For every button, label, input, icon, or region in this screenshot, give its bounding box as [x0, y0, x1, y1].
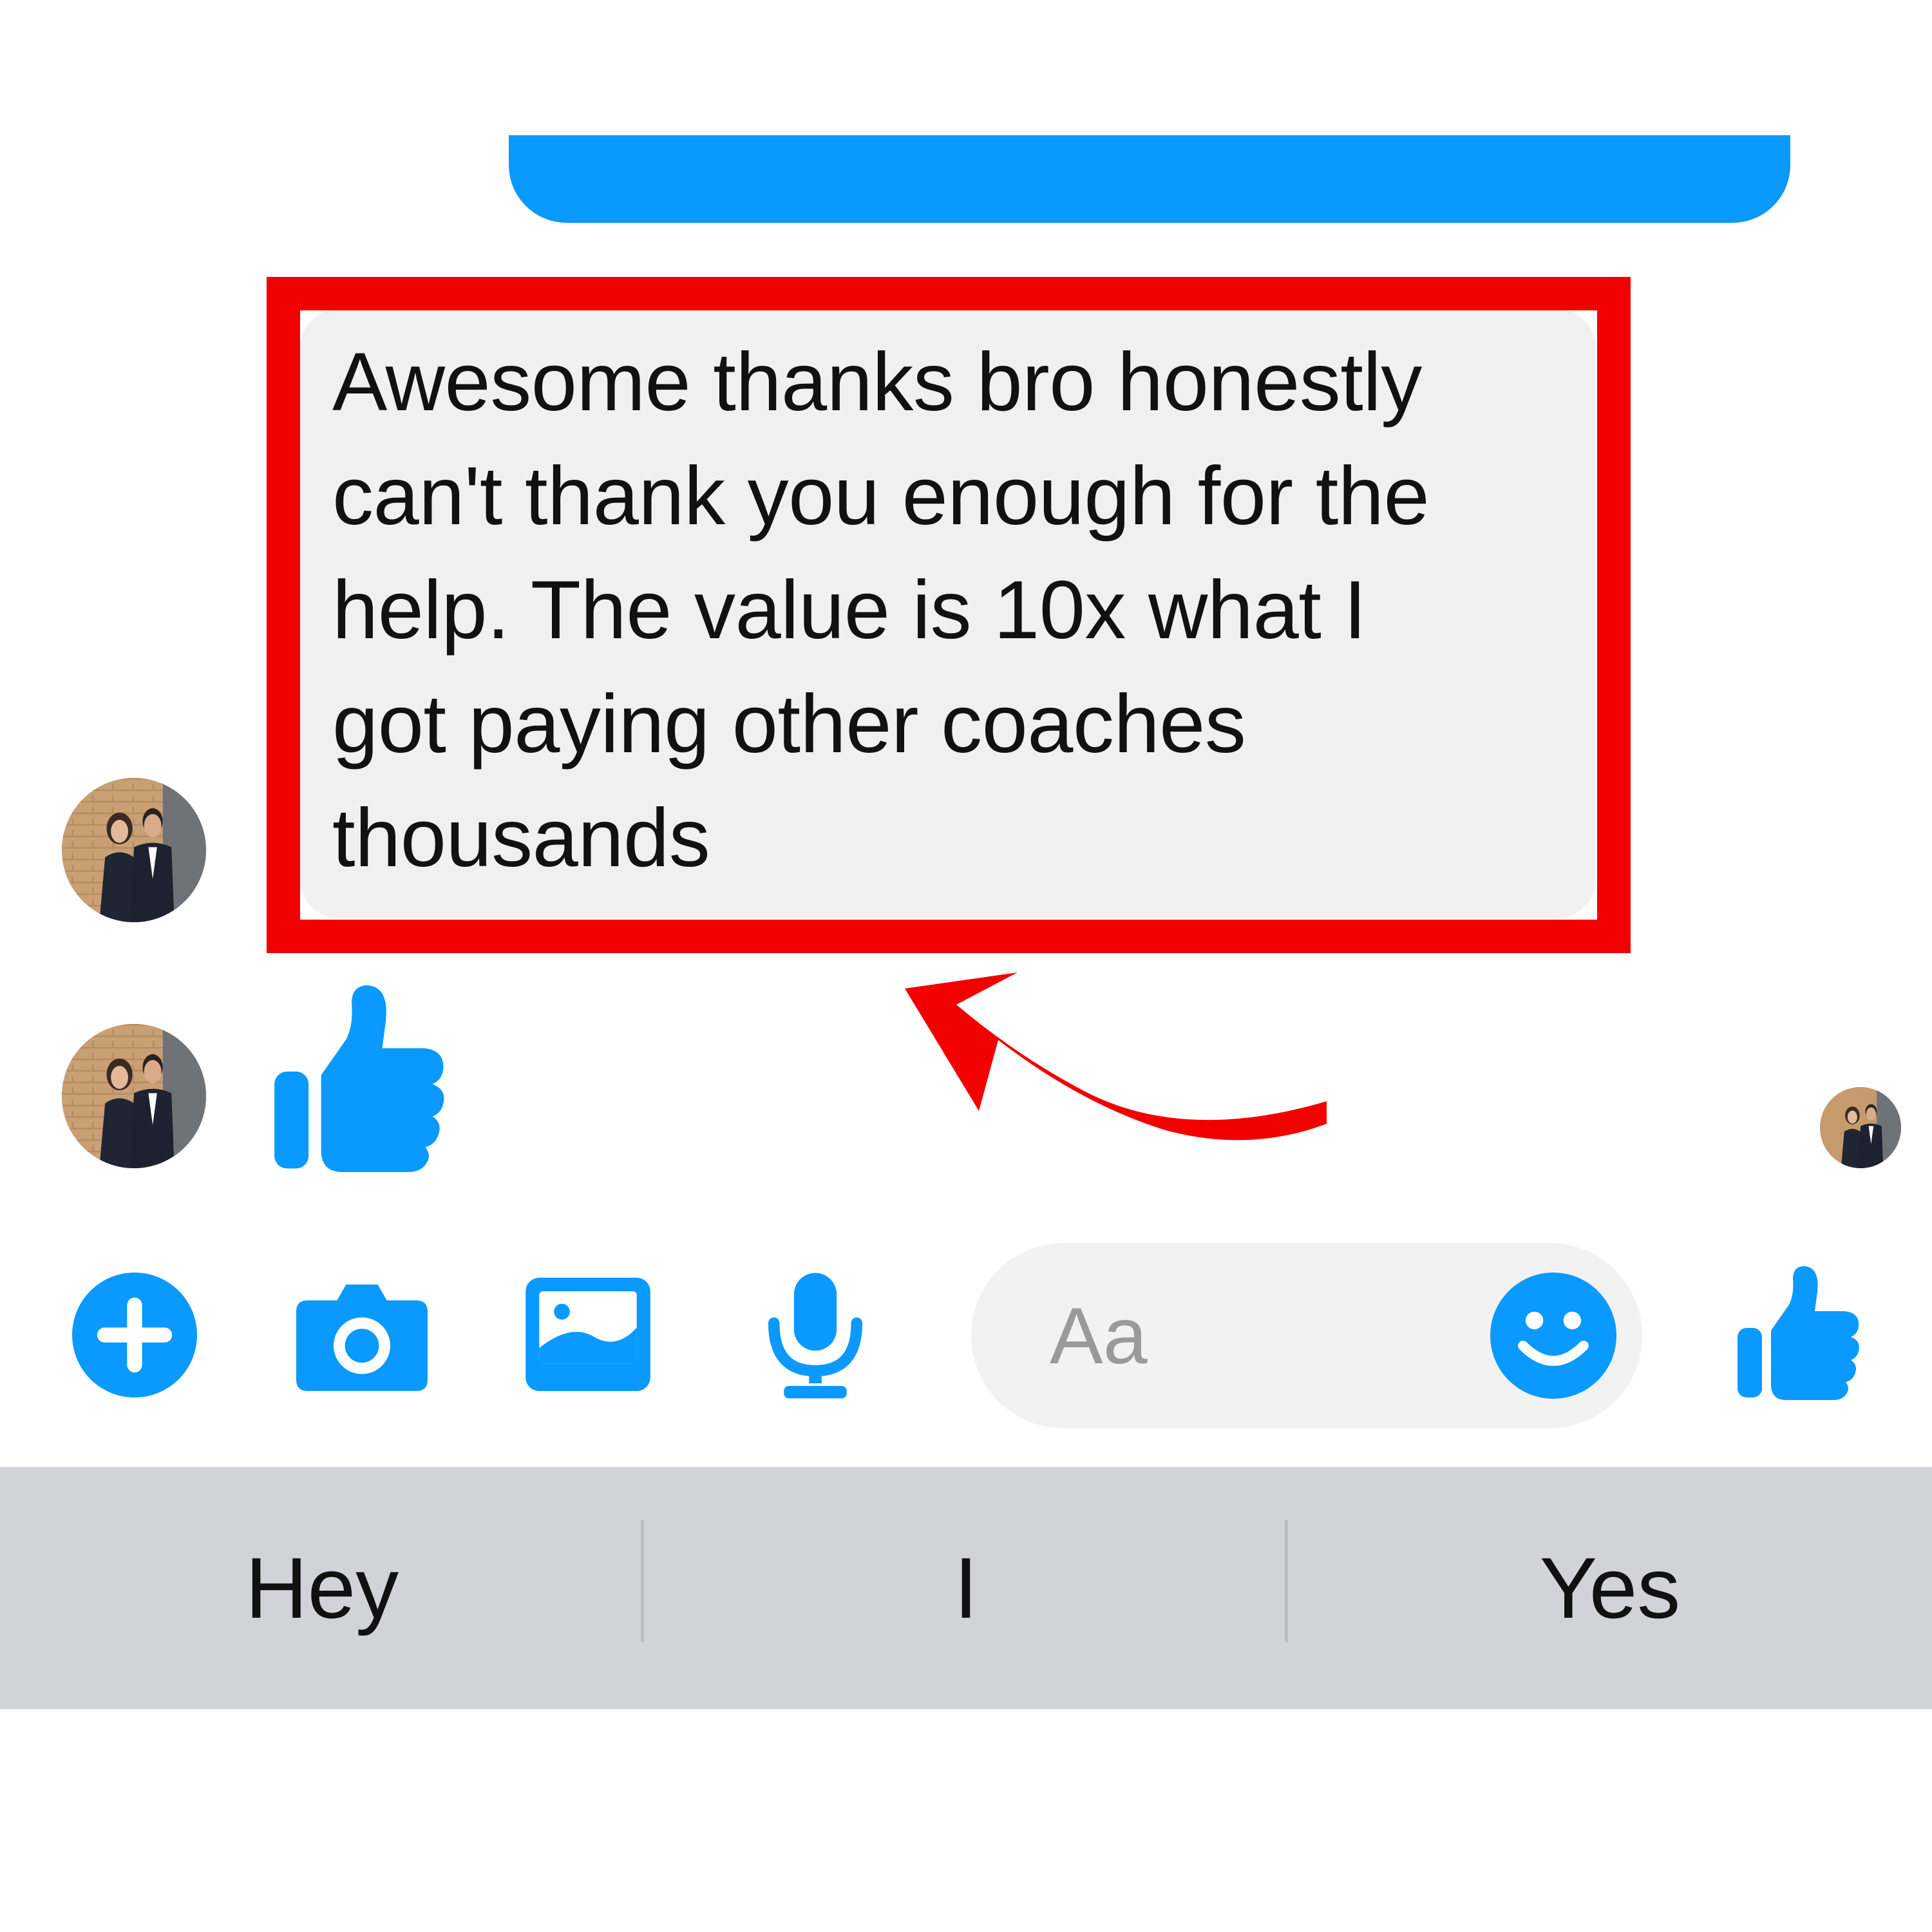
thumbs-up-icon[interactable] — [1735, 1266, 1864, 1400]
contact-photo — [62, 1024, 206, 1168]
suggestion-item[interactable]: I — [644, 1467, 1288, 1709]
red-arrow-annotation — [905, 972, 1327, 1141]
contact-photo — [62, 778, 206, 922]
contact-avatar[interactable] — [62, 778, 206, 922]
gallery-icon[interactable] — [526, 1278, 650, 1391]
sent-message-bubble[interactable] — [509, 135, 1790, 223]
thumbs-up-icon[interactable] — [270, 985, 451, 1172]
suggestion-item[interactable]: Hey — [0, 1467, 644, 1709]
contact-avatar[interactable] — [62, 1024, 206, 1168]
read-receipt-avatar — [1820, 1087, 1901, 1168]
contact-photo — [1820, 1087, 1901, 1168]
suggestion-item[interactable]: Yes — [1288, 1467, 1932, 1709]
microphone-icon[interactable] — [766, 1273, 864, 1399]
message-input[interactable] — [1050, 1291, 1436, 1381]
plus-icon[interactable] — [72, 1273, 197, 1397]
emoji-icon[interactable] — [1490, 1273, 1616, 1399]
highlight-frame — [267, 277, 1631, 953]
camera-icon[interactable] — [296, 1278, 428, 1391]
